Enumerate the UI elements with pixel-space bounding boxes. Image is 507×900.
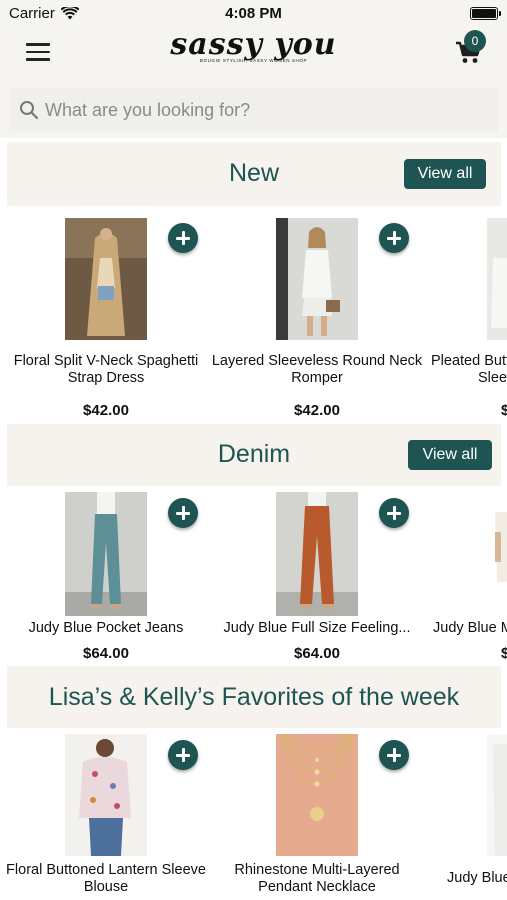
app-header: sassy you BOUGIE STYLISH, SASSY WOMEN SH…	[0, 26, 507, 82]
view-all-button[interactable]: View all	[408, 440, 492, 470]
clock: 4:08 PM	[225, 5, 282, 22]
logo-wordmark: sassy you	[170, 27, 337, 62]
product-name: Judy Blue	[447, 870, 507, 886]
product-price: $	[501, 402, 507, 419]
add-to-cart-button[interactable]	[168, 740, 198, 770]
section-header-new: New View all	[7, 142, 501, 206]
product-image	[276, 492, 358, 616]
product-image	[487, 492, 507, 616]
product-image	[487, 218, 507, 340]
product-image	[65, 218, 147, 340]
product-price: $42.00	[83, 402, 129, 419]
product-price: $64.00	[83, 645, 129, 662]
product-name: Pleated Butt	[431, 353, 507, 369]
product-name: Floral Split V-Neck Spaghetti Strap Dres…	[13, 353, 199, 386]
product-price: $42.00	[294, 402, 340, 419]
product-image	[65, 734, 147, 856]
product-name: Layered Sleeveless Round Neck Romper	[211, 353, 423, 386]
product-image	[487, 734, 507, 856]
product-price: $	[501, 645, 507, 662]
add-to-cart-button[interactable]	[379, 498, 409, 528]
product-card-partial[interactable]: Judy Blue M $	[422, 488, 507, 666]
section-header-denim: Denim View all	[7, 424, 501, 486]
logo-tagline: BOUGIE STYLISH, SASSY WOMEN SHOP	[199, 58, 308, 63]
brand-logo[interactable]: sassy you BOUGIE STYLISH, SASSY WOMEN SH…	[0, 27, 507, 64]
product-name: Judy Blue Full Size Feeling...	[223, 620, 411, 636]
add-to-cart-button[interactable]	[379, 223, 409, 253]
product-card-partial[interactable]: Judy Blue	[422, 730, 507, 900]
product-image	[276, 734, 358, 856]
cart-count-badge: 0	[464, 30, 486, 52]
product-name: Judy Blue Pocket Jeans	[28, 620, 184, 636]
add-to-cart-button[interactable]	[168, 498, 198, 528]
product-card-partial[interactable]: Pleated Butt Slee $	[422, 210, 507, 424]
section-header-favorites: Lisa’s & Kelly’s Favorites of the week	[7, 666, 501, 728]
section-title: Lisa’s & Kelly’s Favorites of the week	[48, 683, 460, 711]
product-price: $64.00	[294, 645, 340, 662]
add-to-cart-button[interactable]	[379, 740, 409, 770]
product-image	[65, 492, 147, 616]
view-all-button[interactable]: View all	[404, 159, 486, 189]
battery-icon	[470, 7, 501, 20]
add-to-cart-button[interactable]	[168, 223, 198, 253]
search-bar: What are you looking for?	[0, 82, 507, 138]
product-name: Floral Buttoned Lantern Sleeve Blouse	[6, 862, 206, 895]
status-bar: Carrier 4:08 PM	[0, 0, 507, 26]
product-name: Rhinestone Multi-Layered Pendant Necklac…	[234, 862, 400, 895]
search-input[interactable]: What are you looking for?	[9, 88, 498, 132]
product-name: Judy Blue M	[433, 620, 507, 636]
product-image	[276, 218, 358, 340]
product-name-line2: Slee	[478, 370, 507, 386]
search-placeholder: What are you looking for?	[45, 99, 251, 120]
search-icon	[20, 101, 39, 120]
